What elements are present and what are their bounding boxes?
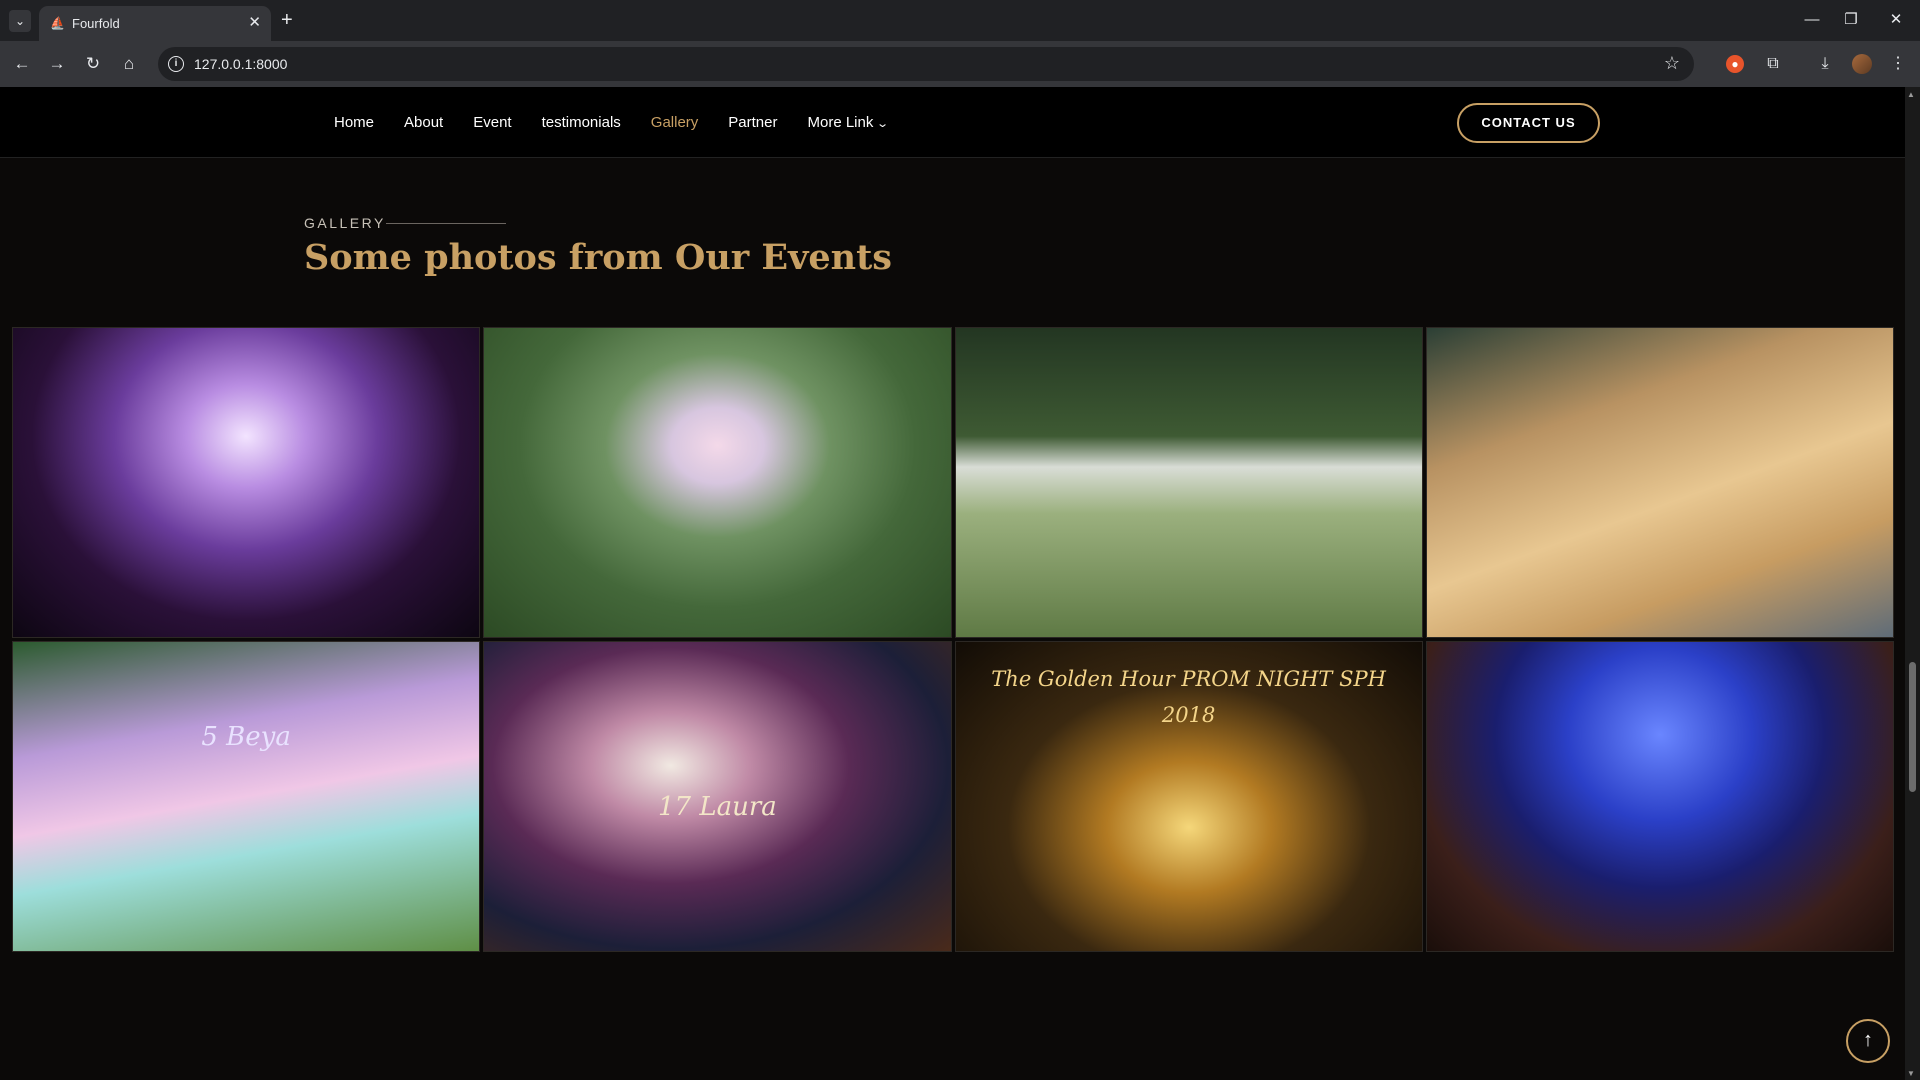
bookmark-star-icon[interactable]: ☆ — [1664, 53, 1680, 74]
nav-link-more-label: More Link — [807, 114, 874, 131]
scroll-up-icon[interactable]: ▲ — [1907, 90, 1915, 99]
site-info-icon[interactable]: i — [168, 56, 184, 72]
gallery-photo[interactable] — [1425, 327, 1894, 638]
section-heading: Some photos from Our Events — [304, 237, 892, 278]
extension-icon[interactable]: ● — [1726, 55, 1744, 73]
new-tab-icon[interactable]: + — [281, 8, 293, 32]
page-viewport: Home About Event testimonials Gallery Pa… — [0, 87, 1905, 1080]
gallery-photo[interactable] — [954, 327, 1423, 638]
home-icon[interactable]: ⌂ — [116, 51, 142, 77]
page-scrollbar[interactable]: ▲ ▼ — [1905, 87, 1920, 1080]
reload-icon[interactable]: ↻ — [80, 51, 106, 77]
url-text[interactable]: 127.0.0.1:8000 — [194, 56, 287, 72]
gallery-photo[interactable]: The Golden Hour PROM NIGHT SPH 2018 — [954, 641, 1423, 952]
eyebrow-divider — [386, 223, 506, 224]
puzzle-icon[interactable]: ⧉ — [1762, 53, 1784, 75]
chevron-down-icon: ⌄ — [876, 118, 890, 130]
nav-link-testimonials[interactable]: testimonials — [542, 114, 621, 131]
gallery-photo[interactable] — [1425, 641, 1894, 952]
tab-title: Fourfold — [72, 16, 120, 31]
section-eyebrow: GALLERY — [304, 215, 386, 231]
arrow-up-icon: ↑ — [1863, 1029, 1873, 1051]
window-close-icon[interactable]: ✕ — [1881, 8, 1911, 32]
close-tab-icon[interactable]: ✕ — [248, 14, 261, 32]
nav-link-home[interactable]: Home — [334, 114, 374, 131]
photo-caption: 5 Beya — [201, 722, 291, 752]
nav-link-about[interactable]: About — [404, 114, 443, 131]
minimize-icon[interactable]: — — [1797, 8, 1827, 32]
photo-caption: The Golden Hour PROM NIGHT SPH 2018 — [991, 667, 1386, 727]
profile-avatar[interactable] — [1852, 54, 1872, 74]
favicon-icon: ⛵ — [50, 16, 65, 30]
nav-links: Home About Event testimonials Gallery Pa… — [334, 114, 918, 131]
browser-toolbar: ← → ↻ ⌂ i 127.0.0.1:8000 ☆ ● ⧉ ⤓ ⋮ — [0, 41, 1920, 87]
address-bar[interactable]: i 127.0.0.1:8000 ☆ — [158, 47, 1694, 81]
site-navbar: Home About Event testimonials Gallery Pa… — [0, 87, 1905, 158]
photo-caption: 17 Laura — [657, 792, 777, 822]
scrollbar-thumb[interactable] — [1909, 662, 1916, 792]
scroll-down-icon[interactable]: ▼ — [1907, 1069, 1915, 1078]
back-icon[interactable]: ← — [9, 51, 35, 77]
back-to-top-button[interactable]: ↑ — [1846, 1019, 1890, 1063]
gallery-photo[interactable]: 17 Laura — [483, 641, 952, 952]
nav-link-partner[interactable]: Partner — [728, 114, 777, 131]
gallery-photo[interactable] — [12, 327, 481, 638]
tab-list-icon[interactable]: ⌄ — [9, 10, 31, 32]
contact-us-button[interactable]: CONTACT US — [1457, 103, 1600, 143]
forward-icon[interactable]: → — [44, 51, 70, 77]
download-icon[interactable]: ⤓ — [1814, 53, 1836, 75]
nav-link-gallery[interactable]: Gallery — [651, 114, 699, 131]
photo-gallery: 5 Beya 17 Laura The Golden Hour PROM NIG… — [12, 327, 1894, 952]
restore-icon[interactable]: ❐ — [1836, 8, 1866, 32]
nav-link-event[interactable]: Event — [473, 114, 511, 131]
gallery-photo[interactable]: 5 Beya — [12, 641, 481, 952]
browser-tab-bar: ⌄ ⛵ Fourfold ✕ + — ❐ ✕ — [0, 0, 1920, 41]
nav-link-more[interactable]: More Link ⌄ — [807, 114, 890, 131]
browser-tab[interactable]: ⛵ Fourfold ✕ — [39, 6, 271, 41]
gallery-photo[interactable] — [483, 327, 952, 638]
kebab-menu-icon[interactable]: ⋮ — [1887, 53, 1909, 75]
